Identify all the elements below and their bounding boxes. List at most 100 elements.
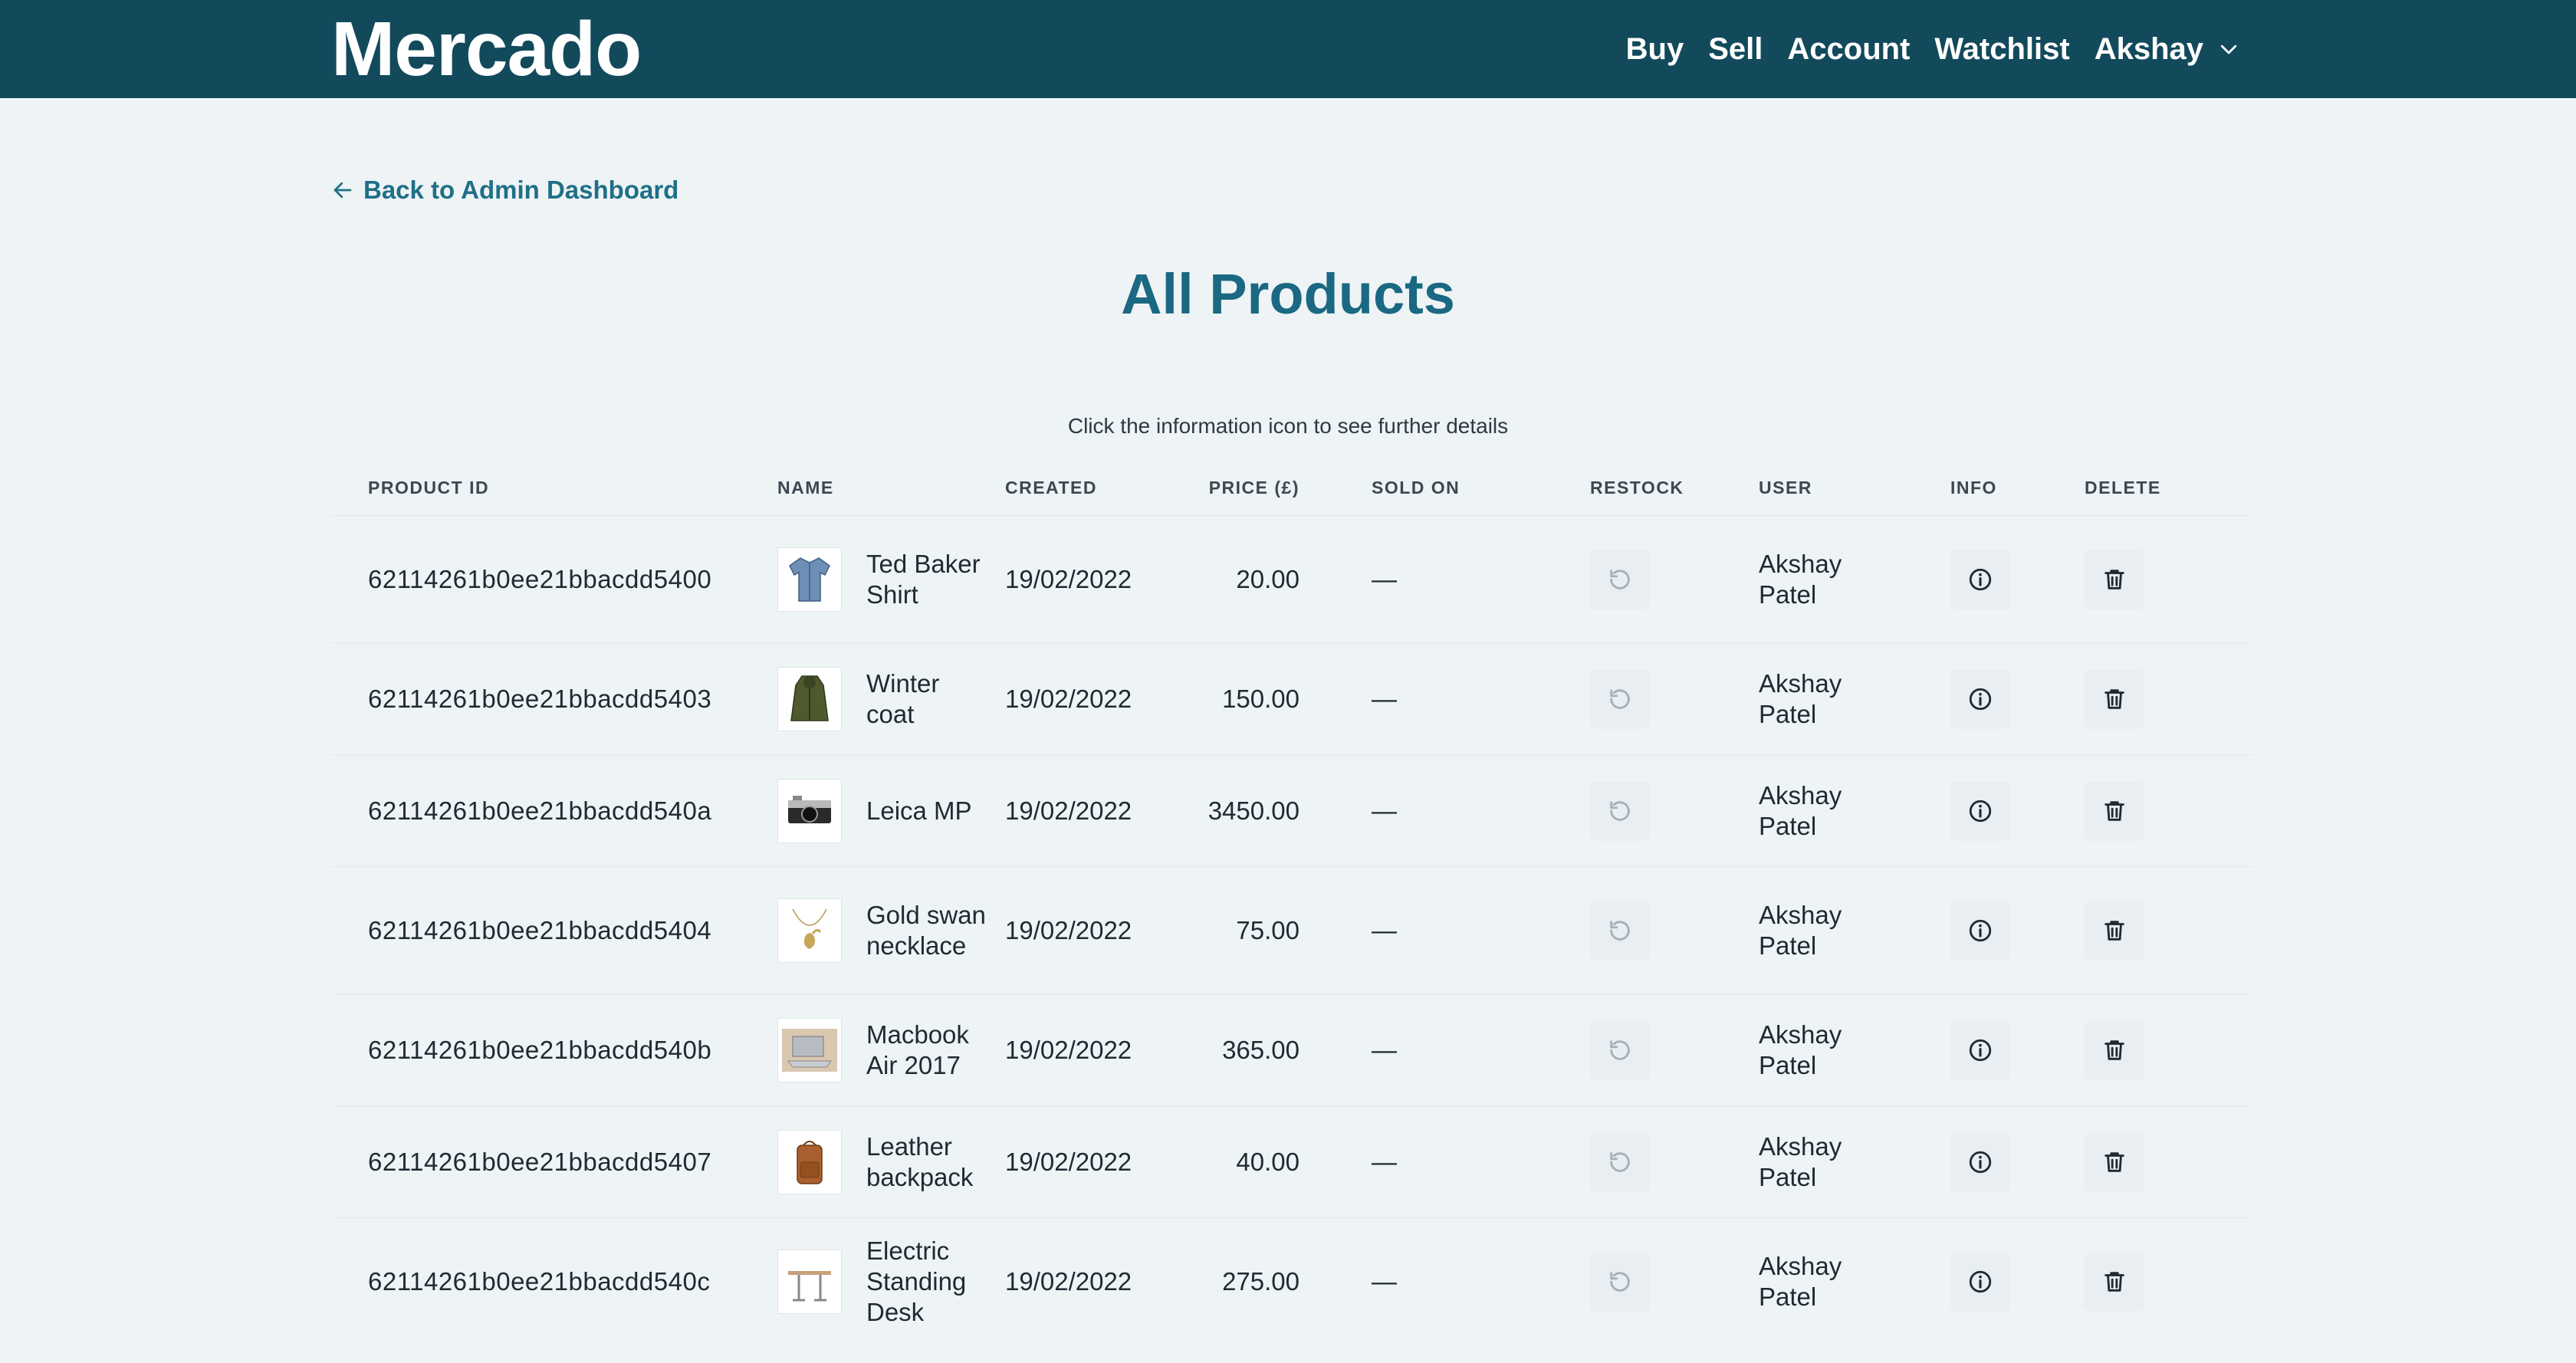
table-row: 62114261b0ee21bbacdd540c Electric Standi… [331,1217,2252,1345]
product-id-cell: 62114261b0ee21bbacdd540b [368,1035,712,1064]
restock-button[interactable] [1590,1020,1650,1080]
page-title: All Products [1121,262,1455,326]
back-link-label: Back to Admin Dashboard [363,176,679,204]
delete-button[interactable] [2085,780,2144,841]
created-date-cell: 19/02/2022 [1005,1266,1132,1296]
delete-button[interactable] [2085,900,2144,961]
sold-on-cell: — [1372,1266,1397,1296]
restock-button[interactable] [1590,1131,1650,1192]
user-name: Akshay Patel [1759,1131,1842,1191]
product-name: Electric Standing Desk [866,1236,967,1326]
product-thumbnail[interactable] [777,547,842,612]
table-row: 62114261b0ee21bbacdd5400 Ted Baker Shirt… [331,515,2252,643]
product-id-cell: 62114261b0ee21bbacdd5400 [368,564,712,593]
col-header-user: USER [1759,477,1812,498]
nav-links: Buy Sell Account Watchlist Akshay [1626,0,2240,98]
product-name: Macbook Air 2017 [866,1020,969,1079]
delete-cell [2085,1218,2252,1345]
laptop-thumbnail-image [782,1028,837,1072]
delete-cell [2085,867,2252,994]
restock-button[interactable] [1590,780,1650,841]
top-navbar: Mercado Buy Sell Account Watchlist Aksha… [0,0,2576,98]
trash-icon [2104,800,2124,821]
price-cell: 40.00 [1236,1147,1300,1176]
info-button[interactable] [1950,780,2010,841]
nav-account-link[interactable]: Account [1787,32,1910,67]
user-name: Akshay Patel [1759,668,1842,728]
nav-buy-link[interactable]: Buy [1626,32,1684,67]
restock-button[interactable] [1590,549,1650,609]
delete-button[interactable] [2085,1020,2144,1080]
info-cell [1950,867,2085,994]
product-name-cell: Gold swan necklace [777,867,1005,994]
restock-icon [1610,1151,1630,1172]
col-header-info: INFO [1950,477,1997,498]
sold-on-cell: — [1372,915,1397,944]
user-name: Akshay Patel [1759,549,1842,609]
col-header-delete: DELETE [2085,477,2161,498]
product-id-cell: 62114261b0ee21bbacdd540c [368,1266,711,1296]
chevron-down-icon [2220,44,2237,54]
product-thumbnail[interactable] [777,666,842,731]
product-name-cell: Electric Standing Desk [777,1218,1005,1345]
restock-cell [1590,643,1759,755]
table-row: 62114261b0ee21bbacdd540a Leica MP 19/02/… [331,754,2252,867]
table-row: 62114261b0ee21bbacdd5403 Winter coat 19/… [331,642,2252,755]
user-cell: Akshay Patel [1759,755,1950,867]
product-thumbnail[interactable] [777,1249,842,1314]
price-cell: 3450.00 [1208,796,1300,825]
user-name: Akshay Patel [1759,1020,1842,1079]
restock-button[interactable] [1590,1251,1650,1312]
info-button[interactable] [1950,900,2010,961]
back-to-admin-link[interactable]: Back to Admin Dashboard [331,173,678,207]
trash-icon [2104,1272,2124,1292]
created-date-cell: 19/02/2022 [1005,796,1132,825]
restock-cell [1590,1218,1759,1345]
product-name: Ted Baker Shirt [866,549,981,609]
info-icon [1969,800,1992,822]
products-table: PRODUCT ID NAME CREATED PRICE (£) SOLD O… [331,460,2252,1345]
info-button[interactable] [1950,1131,2010,1192]
info-button[interactable] [1950,1251,2010,1312]
user-cell: Akshay Patel [1759,994,1950,1106]
info-icon [1969,1151,1992,1173]
restock-cell [1590,1106,1759,1218]
info-icon [1969,568,1992,590]
delete-button[interactable] [2085,1131,2144,1192]
col-header-sold-on: SOLD ON [1372,477,1460,498]
delete-button[interactable] [2085,1251,2144,1312]
product-name-cell: Winter coat [777,643,1005,755]
info-button[interactable] [1950,668,2010,729]
brand-logo[interactable]: Mercado [331,6,642,92]
nav-watchlist-link[interactable]: Watchlist [1934,32,2069,67]
coat-thumbnail-image [790,675,829,721]
product-name-cell: Leather backpack [777,1106,1005,1218]
restock-icon [1610,569,1630,590]
info-icon [1969,919,1992,941]
nav-sell-link[interactable]: Sell [1708,32,1763,67]
trash-icon [2104,1151,2124,1172]
info-button[interactable] [1950,1020,2010,1080]
product-name: Winter coat [866,668,940,728]
col-header-price: PRICE (£) [1208,477,1300,498]
info-button[interactable] [1950,549,2010,609]
backpack-thumbnail-image [797,1140,823,1184]
restock-button[interactable] [1590,900,1650,961]
product-name-cell: Macbook Air 2017 [777,994,1005,1106]
product-thumbnail[interactable] [777,1017,842,1082]
delete-button[interactable] [2085,668,2144,729]
created-date-cell: 19/02/2022 [1005,1035,1132,1064]
table-row: 62114261b0ee21bbacdd5404 Gold swan neckl… [331,866,2252,994]
restock-cell [1590,516,1759,643]
user-menu-toggle[interactable]: Akshay [2095,32,2240,67]
user-name: Akshay Patel [1759,1251,1842,1311]
product-thumbnail[interactable] [777,778,842,843]
delete-button[interactable] [2085,549,2144,609]
price-cell: 20.00 [1236,564,1300,593]
product-id-cell: 62114261b0ee21bbacdd5404 [368,915,712,944]
product-thumbnail[interactable] [777,1129,842,1194]
product-thumbnail[interactable] [777,898,842,963]
restock-button[interactable] [1590,668,1650,729]
info-cell [1950,755,2085,867]
user-menu-name: Akshay [2094,31,2203,66]
